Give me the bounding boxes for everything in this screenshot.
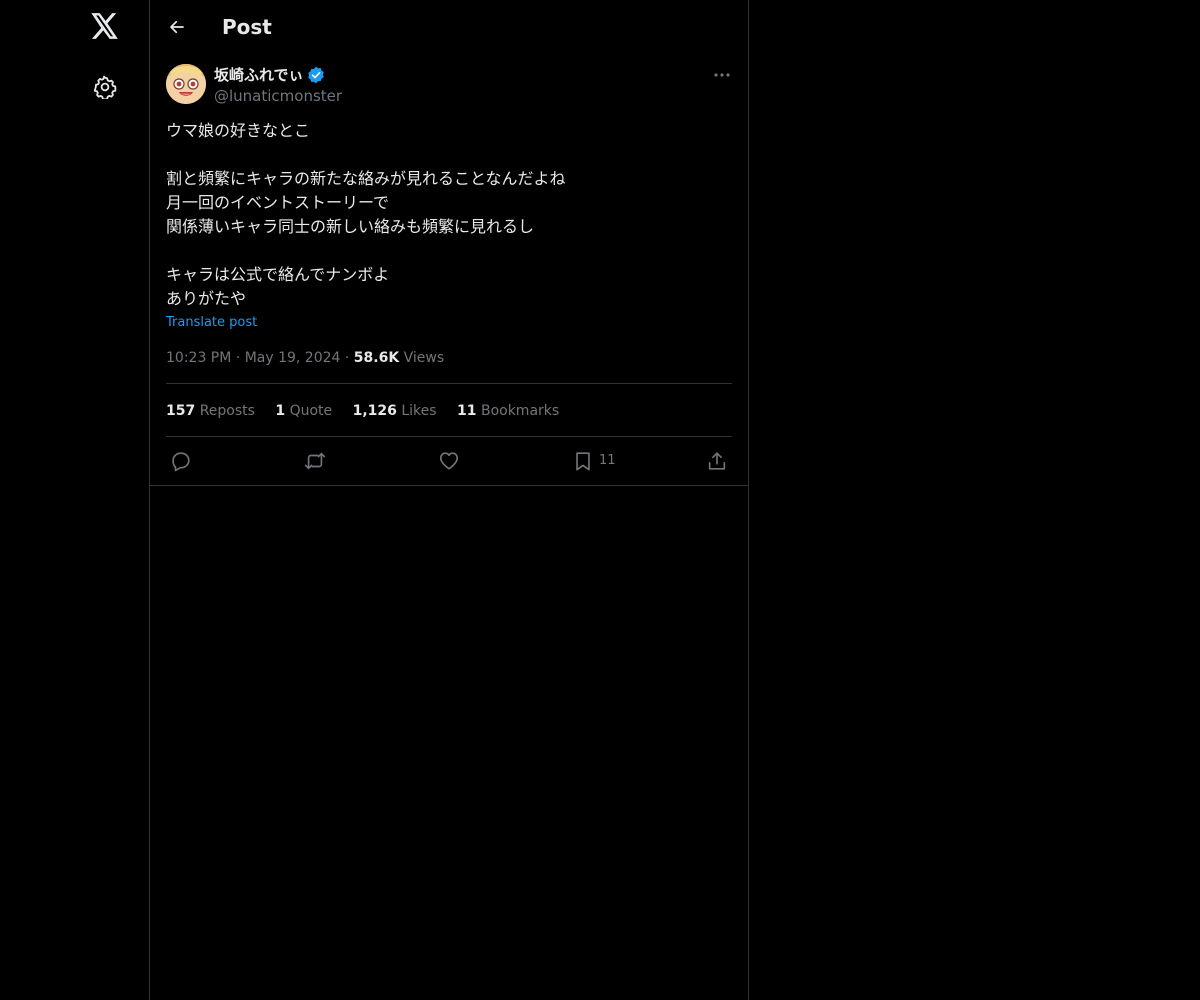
back-button[interactable] bbox=[164, 14, 190, 40]
likes-stat[interactable]: 1,126 Likes bbox=[353, 403, 437, 419]
post-text-line bbox=[166, 143, 726, 167]
share-icon bbox=[708, 452, 726, 470]
post-text-line: ウマ娘の好きなとこ bbox=[166, 121, 311, 140]
bookmarks-label: Bookmarks bbox=[480, 403, 560, 419]
reposts-count: 157 bbox=[166, 403, 196, 419]
bookmarks-stat[interactable]: 11 Bookmarks bbox=[457, 403, 559, 419]
more-options-button[interactable] bbox=[711, 65, 733, 85]
post-text-line: 割と頻繁にキャラの新たな絡みが見れることなんだよね bbox=[166, 169, 566, 188]
post-text-line: 月一回のイベントストーリーで bbox=[166, 193, 390, 212]
post-text-line: ありがたや bbox=[166, 289, 247, 308]
post-text-line: キャラは公式で絡んでナンボよ bbox=[166, 265, 390, 284]
reply-icon bbox=[172, 452, 190, 472]
likes-count: 1,126 bbox=[352, 403, 397, 419]
arrow-left-icon bbox=[170, 20, 184, 34]
verified-badge-icon bbox=[308, 66, 324, 84]
like-button[interactable] bbox=[438, 449, 460, 473]
share-button[interactable] bbox=[706, 449, 728, 473]
views-label: Views bbox=[403, 350, 445, 366]
translate-post-link[interactable]: Translate post bbox=[166, 314, 257, 332]
post-actions: 11 bbox=[166, 437, 732, 484]
post-date[interactable]: May 19, 2024 bbox=[245, 350, 341, 366]
gear-icon[interactable] bbox=[90, 72, 120, 102]
likes-label: Likes bbox=[401, 403, 437, 419]
meta-separator: · bbox=[344, 350, 354, 366]
avatar[interactable] bbox=[166, 64, 206, 104]
reposts-label: Reposts bbox=[199, 403, 255, 419]
author-handle[interactable]: @lunaticmonster bbox=[214, 86, 342, 106]
post-stats: 157 Reposts 1 Quote 1,126 Likes 11 Bookm… bbox=[166, 401, 575, 421]
reposts-stat[interactable]: 157 Reposts bbox=[166, 403, 255, 419]
repost-button[interactable] bbox=[304, 449, 326, 473]
reply-button[interactable] bbox=[170, 449, 192, 473]
left-nav bbox=[0, 0, 149, 1000]
page: Post 坂崎ふれでぃ @lunaticmonster ウマ娘の好きなとこ 割と… bbox=[0, 0, 1200, 1000]
repost-icon bbox=[304, 452, 326, 470]
heart-icon bbox=[439, 452, 459, 470]
more-horizontal-icon bbox=[714, 73, 730, 77]
post-text-line bbox=[166, 239, 726, 263]
post: 坂崎ふれでぃ @lunaticmonster ウマ娘の好きなとこ 割と頻繁にキャ… bbox=[150, 53, 748, 486]
post-meta: 10:23 PM · May 19, 2024 · 58.6K Views bbox=[166, 348, 444, 368]
right-column bbox=[749, 0, 1200, 1000]
bookmark-icon bbox=[576, 452, 590, 471]
main-column: Post 坂崎ふれでぃ @lunaticmonster ウマ娘の好きなとこ 割と… bbox=[149, 0, 749, 1000]
meta-separator: · bbox=[235, 350, 245, 366]
quotes-label: Quote bbox=[289, 403, 333, 419]
bookmark-button[interactable]: 11 bbox=[572, 449, 616, 473]
header: Post bbox=[150, 0, 748, 53]
post-time[interactable]: 10:23 PM bbox=[166, 350, 231, 366]
divider bbox=[166, 383, 732, 384]
quotes-count: 1 bbox=[275, 403, 286, 419]
bookmarks-count: 11 bbox=[457, 403, 477, 419]
x-logo-icon[interactable] bbox=[88, 9, 122, 43]
views-count: 58.6K bbox=[353, 350, 400, 366]
post-text: ウマ娘の好きなとこ 割と頻繁にキャラの新たな絡みが見れることなんだよね 月一回の… bbox=[166, 119, 726, 311]
post-text-line: 関係薄いキャラ同士の新しい絡みも頻繁に見れるし bbox=[166, 217, 535, 236]
bookmark-count: 11 bbox=[599, 453, 616, 468]
page-title: Post bbox=[222, 15, 272, 39]
author-name[interactable]: 坂崎ふれでぃ bbox=[214, 65, 304, 85]
quotes-stat[interactable]: 1 Quote bbox=[275, 403, 332, 419]
